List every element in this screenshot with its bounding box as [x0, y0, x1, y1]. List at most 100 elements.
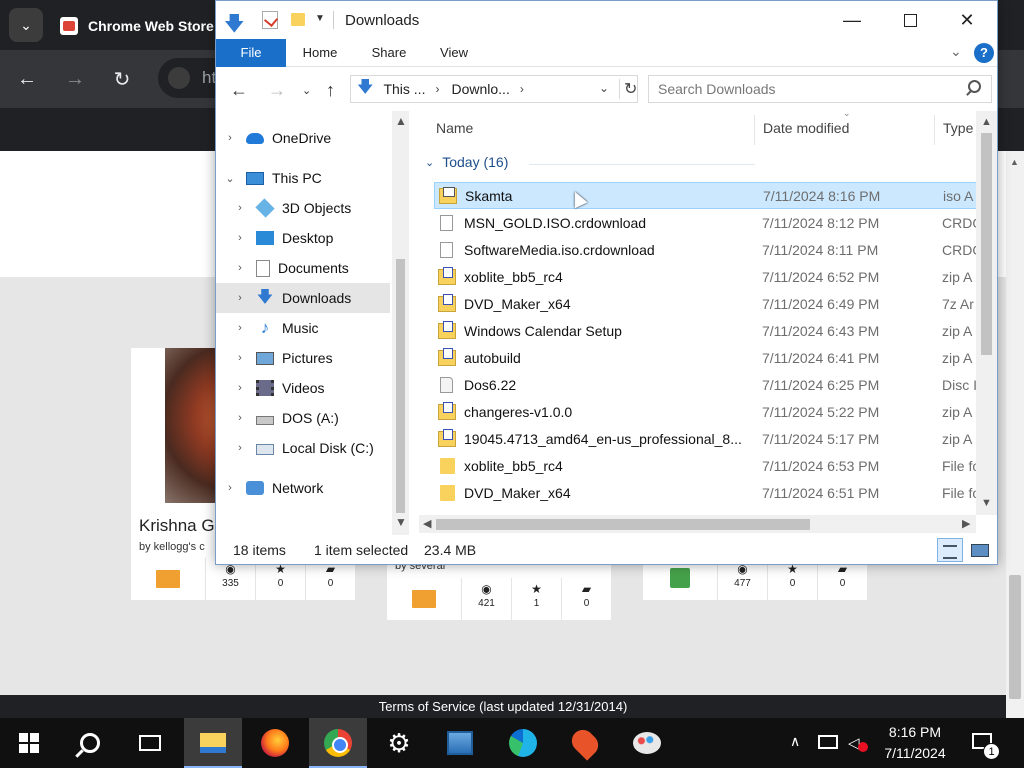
network-tray-icon[interactable]	[818, 735, 838, 749]
file-row[interactable]: DVD_Maker_x64 7/11/2024 6:49 PM 7z Ar	[434, 290, 984, 317]
tab-view[interactable]: View	[432, 39, 476, 67]
title-bar[interactable]: 🡇 ▼ Downloads — ✕	[216, 1, 997, 39]
start-button[interactable]	[0, 718, 58, 768]
chevron-right-icon[interactable]: ›	[224, 132, 236, 144]
chevron-right-icon[interactable]: ›	[234, 352, 246, 364]
maximize-button[interactable]	[881, 1, 939, 39]
breadcrumb-this-pc[interactable]: This ...	[383, 81, 425, 97]
tree-item-onedrive[interactable]: › OneDrive	[224, 123, 398, 153]
tree-item-videos[interactable]: › Videos	[216, 373, 390, 403]
taskbar-firefox[interactable]	[246, 718, 304, 768]
system-clock[interactable]: 8:16 PM 7/11/2024	[876, 722, 954, 764]
scroll-right-icon[interactable]: ▶	[962, 517, 970, 530]
help-button[interactable]: ?	[974, 43, 994, 63]
column-header-type[interactable]: Type	[943, 111, 973, 145]
taskbar-file-explorer[interactable]	[184, 718, 242, 768]
back-button[interactable]: ←	[12, 64, 42, 94]
group-header-today[interactable]: ⌄ Today (16)	[425, 154, 755, 170]
taskbar-chrome[interactable]	[309, 718, 367, 768]
chevron-right-icon[interactable]: ›	[234, 292, 246, 304]
nav-pane-scrollbar[interactable]: ▲ ▼	[392, 111, 409, 539]
scroll-up-icon[interactable]: ▲	[395, 114, 407, 128]
back-arrow-icon[interactable]: ←	[230, 80, 248, 101]
scroll-down-icon[interactable]: ▼	[395, 515, 407, 529]
details-view-icon[interactable]	[937, 538, 963, 562]
large-icons-view-icon[interactable]	[968, 540, 990, 560]
chevron-down-icon[interactable]: ⌄	[224, 172, 236, 185]
column-header-name[interactable]: Name	[436, 111, 473, 145]
column-divider[interactable]	[754, 115, 755, 145]
show-hidden-icons-icon[interactable]: ∧	[790, 733, 800, 750]
task-view-button[interactable]	[121, 718, 179, 768]
address-bar[interactable]: 🡇 This ... › Downlo... › ⌄ ↻	[350, 75, 638, 103]
column-divider[interactable]	[934, 115, 935, 145]
refresh-icon[interactable]: ↻	[619, 79, 637, 99]
file-row[interactable]: Dos6.22 7/11/2024 6:25 PM Disc I	[434, 371, 984, 398]
tree-item-dos-drive[interactable]: › DOS (A:)	[216, 403, 390, 433]
minimize-button[interactable]: —	[823, 1, 881, 39]
chevron-right-icon[interactable]: ›	[234, 232, 246, 244]
page-scroll-thumb[interactable]	[1009, 575, 1021, 699]
chevron-right-icon[interactable]: ›	[234, 382, 246, 394]
chevron-right-icon[interactable]: ›	[234, 442, 246, 454]
file-list-horizontal-scrollbar[interactable]: ◀ ▶	[419, 515, 976, 533]
expand-ribbon-icon[interactable]: ⌄	[950, 43, 962, 60]
scroll-left-icon[interactable]: ◀	[423, 517, 431, 530]
tree-item-network[interactable]: › Network	[224, 473, 398, 503]
scroll-up-icon[interactable]: ▲	[981, 116, 992, 128]
tab-share[interactable]: Share	[362, 39, 416, 67]
file-row[interactable]: 19045.4713_amd64_en-us_professional_8...…	[434, 425, 984, 452]
horizontal-scroll-thumb[interactable]	[436, 519, 810, 530]
up-arrow-icon[interactable]: ↑	[326, 80, 335, 101]
chevron-right-icon[interactable]: ›	[234, 412, 246, 424]
close-button[interactable]: ✕	[938, 1, 996, 39]
file-row[interactable]: xoblite_bb5_rc4 7/11/2024 6:53 PM File f…	[434, 452, 984, 479]
file-row[interactable]: changeres-v1.0.0 7/11/2024 5:22 PM zip A	[434, 398, 984, 425]
chevron-right-icon[interactable]: ›	[224, 482, 236, 494]
tree-item-documents[interactable]: › Documents	[216, 253, 390, 283]
tree-item-local-disk[interactable]: › Local Disk (C:)	[216, 433, 390, 463]
tree-item-music[interactable]: › ♪ Music	[216, 313, 390, 343]
new-folder-icon[interactable]	[291, 13, 305, 26]
properties-icon[interactable]	[262, 11, 278, 29]
file-row[interactable]: autobuild 7/11/2024 6:41 PM zip A	[434, 344, 984, 371]
scroll-up-icon[interactable]: ▲	[1010, 157, 1019, 167]
terms-of-service-link[interactable]: Terms of Service (last updated 12/31/201…	[0, 695, 1006, 718]
tree-item-this-pc[interactable]: ⌄ This PC	[224, 163, 398, 193]
breadcrumb-chevron[interactable]: ›	[520, 82, 524, 96]
chevron-right-icon[interactable]: ›	[234, 322, 246, 334]
taskbar-settings[interactable]: ⚙	[370, 718, 428, 768]
taskbar-app[interactable]	[431, 718, 489, 768]
tree-item-3d-objects[interactable]: › 3D Objects	[216, 193, 390, 223]
reload-button[interactable]: ↻	[107, 64, 137, 94]
nav-pane-scroll-thumb[interactable]	[396, 259, 405, 513]
search-input[interactable]: Search Downloads	[648, 75, 992, 103]
forward-button[interactable]: →	[60, 64, 90, 94]
recent-locations-icon[interactable]: ⌄	[302, 84, 311, 97]
file-row[interactable]: MSN_GOLD.ISO.crdownload 7/11/2024 8:12 P…	[434, 209, 984, 236]
address-dropdown-icon[interactable]: ⌄	[599, 81, 609, 95]
scroll-down-icon[interactable]: ▼	[981, 497, 992, 509]
search-button[interactable]	[61, 718, 119, 768]
taskbar-maps[interactable]	[556, 718, 614, 768]
file-row[interactable]: xoblite_bb5_rc4 7/11/2024 6:52 PM zip A	[434, 263, 984, 290]
tree-item-downloads[interactable]: › 🡇 Downloads	[216, 283, 390, 313]
chevron-down-icon[interactable]: ⌄	[425, 156, 434, 169]
quick-access-dropdown-icon[interactable]: ▼	[315, 13, 325, 24]
tab-search-button[interactable]: ⌄	[9, 8, 43, 42]
taskbar-paint[interactable]	[618, 718, 676, 768]
tree-item-pictures[interactable]: › Pictures	[216, 343, 390, 373]
file-row[interactable]: Skamta 7/11/2024 8:16 PM iso A	[434, 182, 984, 209]
breadcrumb-chevron[interactable]: ›	[435, 82, 439, 96]
tree-item-desktop[interactable]: › Desktop	[216, 223, 390, 253]
vertical-scroll-thumb[interactable]	[981, 133, 992, 355]
column-header-date-modified[interactable]: Date modified	[763, 111, 849, 145]
tab-file[interactable]: File	[216, 39, 286, 67]
file-list-vertical-scrollbar[interactable]: ▲ ▼	[976, 111, 997, 515]
forward-arrow-icon[interactable]: →	[268, 80, 286, 101]
chevron-right-icon[interactable]: ›	[234, 262, 246, 274]
file-row[interactable]: DVD_Maker_x64 7/11/2024 6:51 PM File fo	[434, 479, 984, 506]
chevron-right-icon[interactable]: ›	[234, 202, 246, 214]
breadcrumb-downloads[interactable]: Downlo...	[451, 81, 509, 97]
file-row[interactable]: SoftwareMedia.iso.crdownload 7/11/2024 8…	[434, 236, 984, 263]
